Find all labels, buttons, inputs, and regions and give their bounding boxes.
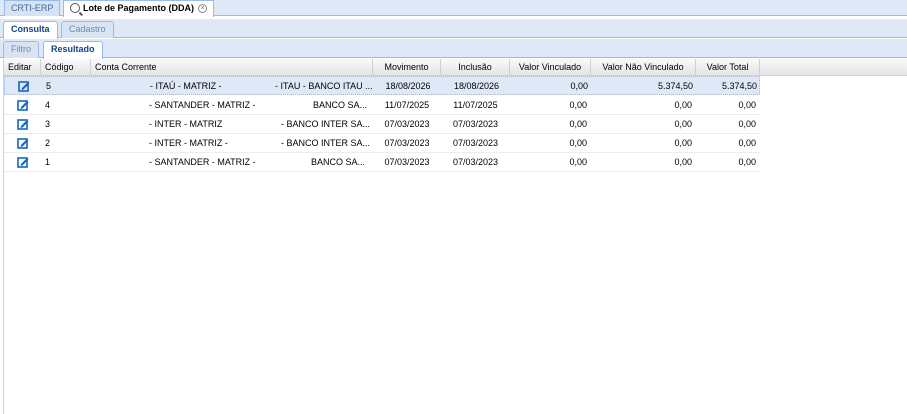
main-tab-strip: Consulta Cadastro bbox=[0, 19, 907, 39]
close-icon[interactable]: × bbox=[198, 4, 208, 13]
cell-inclusao: 07/03/2023 bbox=[452, 138, 499, 148]
edit-icon[interactable] bbox=[17, 156, 29, 168]
app-tab-crti-erp[interactable]: CRTI-ERP bbox=[4, 0, 61, 16]
cell-movimento: 18/08/2026 bbox=[385, 81, 431, 91]
cell-valor-nao-vinculado: 0,00 bbox=[674, 100, 692, 110]
cell-movimento: 07/03/2023 bbox=[384, 157, 430, 167]
col-header-valor-total[interactable]: Valor Total bbox=[696, 59, 760, 76]
cell-movimento: 07/03/2023 bbox=[384, 138, 430, 148]
cell-valor-total: 0,00 bbox=[738, 138, 756, 148]
col-header-movimento[interactable]: Movimento bbox=[373, 59, 441, 76]
cell-conta-corrente-part1: - INTER - MATRIZ bbox=[149, 119, 223, 129]
grid-header: Editar Código Conta Corrente Movimento I… bbox=[4, 59, 907, 76]
cell-movimento: 11/07/2025 bbox=[384, 100, 430, 110]
app-tab-strip: CRTI-ERP Lote de Pagamento (DDA) × bbox=[0, 0, 907, 17]
cell-codigo: 4 bbox=[45, 100, 51, 110]
tab-label: Resultado bbox=[51, 44, 95, 54]
cell-conta-corrente-part1: - INTER - MATRIZ - bbox=[149, 138, 228, 148]
col-header-valor-nao-vinculado[interactable]: Valor Não Vinculado bbox=[591, 59, 696, 76]
table-row[interactable]: 2 - INTER - MATRIZ - - BANCO INTER SA...… bbox=[4, 134, 760, 153]
cell-codigo: 1 bbox=[45, 157, 51, 167]
cell-valor-vinculado: 0,00 bbox=[569, 100, 587, 110]
edit-icon[interactable] bbox=[18, 80, 30, 92]
cell-codigo: 2 bbox=[45, 138, 51, 148]
edit-icon[interactable] bbox=[17, 118, 29, 130]
cell-movimento: 07/03/2023 bbox=[384, 119, 430, 129]
tab-cadastro[interactable]: Cadastro bbox=[61, 21, 114, 38]
cell-conta-corrente-part1: - SANTANDER - MATRIZ - bbox=[149, 157, 255, 167]
cell-valor-nao-vinculado: 0,00 bbox=[674, 157, 692, 167]
table-row[interactable]: 5 - ITAÚ - MATRIZ - - ITAU - BANCO ITAU … bbox=[4, 76, 760, 95]
app-tab-label: Lote de Pagamento (DDA) bbox=[83, 3, 195, 13]
cell-conta-corrente-part1: - SANTANDER - MATRIZ - bbox=[149, 100, 255, 110]
cell-valor-vinculado: 0,00 bbox=[569, 119, 587, 129]
cell-inclusao: 07/03/2023 bbox=[452, 157, 499, 167]
cell-valor-total: 5.374,50 bbox=[721, 81, 757, 91]
table-row[interactable]: 3 - INTER - MATRIZ - BANCO INTER SA... 0… bbox=[4, 115, 760, 134]
col-header-editar[interactable]: Editar bbox=[4, 59, 41, 76]
cell-conta-corrente-part2: - BANCO INTER SA... bbox=[281, 119, 371, 129]
tab-label: Filtro bbox=[11, 44, 31, 54]
cell-valor-total: 0,00 bbox=[738, 119, 756, 129]
cell-valor-nao-vinculado: 5.374,50 bbox=[657, 81, 693, 91]
edit-icon[interactable] bbox=[17, 137, 29, 149]
tab-resultado[interactable]: Resultado bbox=[43, 41, 103, 59]
cell-valor-vinculado: 0,00 bbox=[569, 157, 587, 167]
app-tab-label: CRTI-ERP bbox=[11, 3, 54, 13]
cell-inclusao: 11/07/2025 bbox=[453, 100, 498, 110]
cell-conta-corrente-part2: BANCO SA... bbox=[311, 157, 366, 167]
results-grid: Editar Código Conta Corrente Movimento I… bbox=[3, 59, 907, 414]
table-row[interactable]: 4 - SANTANDER - MATRIZ - BANCO SA... 11/… bbox=[4, 96, 760, 115]
col-header-codigo[interactable]: Código bbox=[41, 59, 91, 76]
cell-valor-vinculado: 0,00 bbox=[569, 138, 587, 148]
tab-label: Cadastro bbox=[69, 24, 106, 34]
cell-valor-total: 0,00 bbox=[738, 157, 756, 167]
cell-inclusao: 18/08/2026 bbox=[453, 81, 500, 91]
col-header-conta-corrente[interactable]: Conta Corrente bbox=[91, 59, 373, 76]
cell-conta-corrente-part1: - ITAÚ - MATRIZ - bbox=[150, 81, 222, 91]
edit-icon[interactable] bbox=[17, 99, 29, 111]
cell-valor-nao-vinculado: 0,00 bbox=[674, 138, 692, 148]
cell-conta-corrente-part2: - ITAU - BANCO ITAU ... bbox=[275, 81, 373, 91]
magnifier-icon bbox=[70, 3, 80, 13]
table-row[interactable]: 1 - SANTANDER - MATRIZ - BANCO SA... 07/… bbox=[4, 153, 760, 172]
tab-label: Consulta bbox=[11, 24, 50, 34]
inner-tab-strip: Filtro Resultado bbox=[0, 39, 907, 59]
col-header-inclusao[interactable]: Inclusão bbox=[441, 59, 510, 76]
app-tab-lote-pagamento[interactable]: Lote de Pagamento (DDA) × bbox=[63, 0, 215, 17]
cell-valor-vinculado: 0,00 bbox=[570, 81, 588, 91]
tab-consulta[interactable]: Consulta bbox=[3, 21, 58, 39]
cell-codigo: 3 bbox=[45, 119, 51, 129]
cell-valor-nao-vinculado: 0,00 bbox=[674, 119, 692, 129]
col-header-valor-vinculado[interactable]: Valor Vinculado bbox=[510, 59, 591, 76]
cell-codigo: 5 bbox=[46, 81, 52, 91]
cell-inclusao: 07/03/2023 bbox=[452, 119, 499, 129]
cell-valor-total: 0,00 bbox=[738, 100, 756, 110]
cell-conta-corrente-part2: - BANCO INTER SA... bbox=[281, 138, 371, 148]
tab-filtro[interactable]: Filtro bbox=[3, 41, 39, 58]
cell-conta-corrente-part2: BANCO SA... bbox=[313, 100, 368, 110]
